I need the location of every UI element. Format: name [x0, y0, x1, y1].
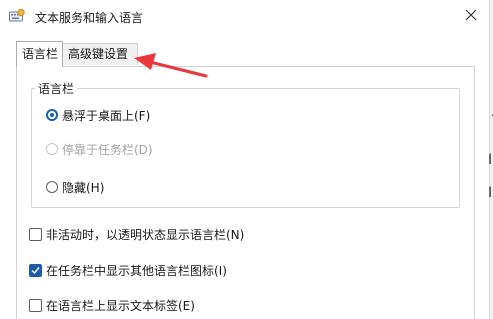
- checkbox-label: 非活动时，以透明状态显示语言栏(N): [46, 227, 245, 242]
- radio-label: 悬浮于桌面上(F): [62, 108, 151, 123]
- checkbox-transparent-when-inactive[interactable]: 非活动时，以透明状态显示语言栏(N): [29, 226, 244, 242]
- tab-advanced-key-settings[interactable]: 高级键设置: [63, 43, 138, 65]
- screenshot-root: 文本服务和输入语言 语言栏 高级键设置 语言栏 悬浮于桌面上(F) 停靠于任务栏…: [0, 0, 493, 319]
- radio-disabled-indicator: [46, 143, 58, 155]
- checkbox-label: 在语言栏上显示文本标签(E): [46, 298, 195, 313]
- window-title: 文本服务和输入语言: [35, 11, 144, 25]
- checkmark-icon: [31, 266, 40, 274]
- radio-hidden[interactable]: 隐藏(H): [46, 179, 104, 195]
- radio-indicator[interactable]: [46, 181, 58, 193]
- radio-float-on-desktop[interactable]: 悬浮于桌面上(F): [46, 107, 150, 123]
- radio-label: 停靠于任务栏(D): [62, 142, 153, 157]
- close-icon: [465, 9, 477, 24]
- radio-label: 隐藏(H): [62, 180, 105, 195]
- background-window-glyph: 丶: [488, 108, 493, 128]
- checkbox-box[interactable]: [29, 298, 42, 312]
- close-button[interactable]: [459, 5, 483, 27]
- text-services-dialog: 文本服务和输入语言 语言栏 高级键设置 语言栏 悬浮于桌面上(F) 停靠于任务栏…: [0, 0, 490, 319]
- keyboard-globe-icon: [9, 8, 25, 23]
- tab-language-bar[interactable]: 语言栏: [16, 41, 63, 67]
- checkbox-box[interactable]: [29, 263, 42, 277]
- checkbox-show-extra-icons[interactable]: 在任务栏中显示其他语言栏图标(I): [29, 262, 227, 278]
- title-bar: 文本服务和输入语言: [0, 0, 489, 34]
- radio-dock-in-taskbar: 停靠于任务栏(D): [46, 141, 153, 157]
- radio-selected-indicator[interactable]: [46, 109, 58, 121]
- checkbox-show-text-labels[interactable]: 在语言栏上显示文本标签(E): [29, 297, 195, 313]
- groupbox-legend: 语言栏: [35, 80, 78, 97]
- background-window-glyph: I: [488, 152, 493, 168]
- background-window-glyph: I: [488, 185, 493, 201]
- checkbox-box[interactable]: [29, 227, 42, 241]
- checkbox-label: 在任务栏中显示其他语言栏图标(I): [46, 263, 227, 278]
